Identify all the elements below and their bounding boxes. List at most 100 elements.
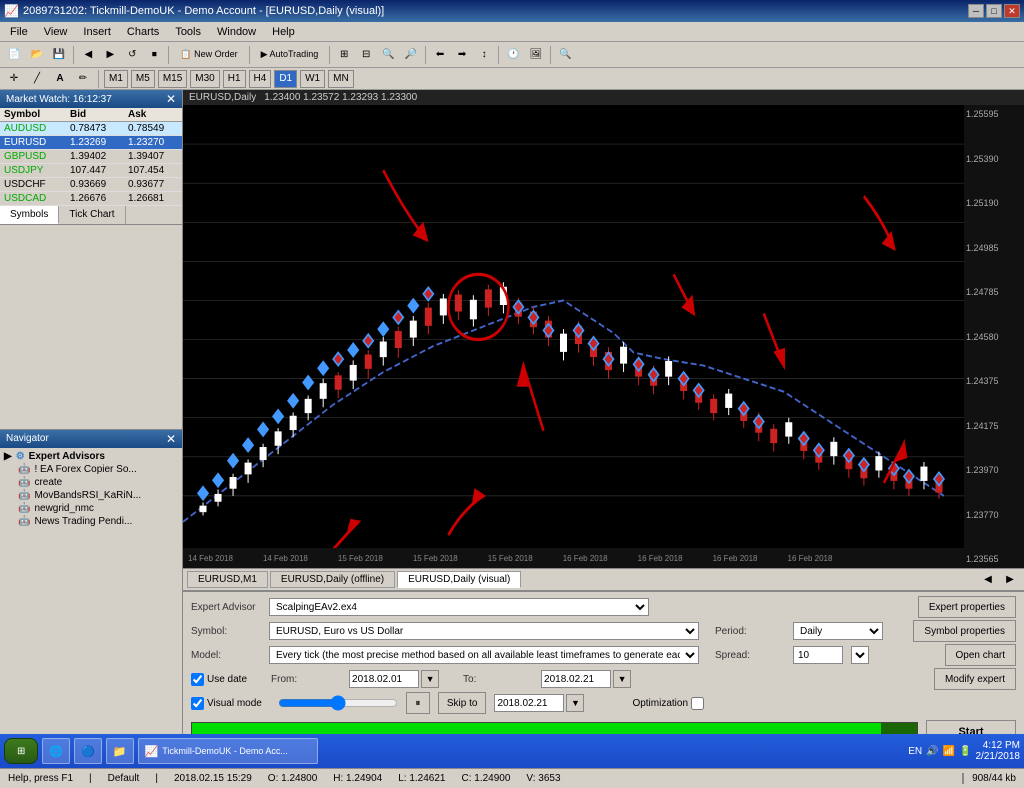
- nav-folder-ea[interactable]: ▶ ⚙ Expert Advisors: [2, 450, 180, 463]
- use-date-checkbox[interactable]: [191, 673, 204, 686]
- toolbar-image[interactable]: 🖼: [526, 45, 547, 65]
- toolbar-btn-1[interactable]: ⊞: [334, 45, 354, 65]
- spread-dropdown[interactable]: [851, 646, 869, 664]
- crosshair-btn[interactable]: ✛: [4, 69, 24, 89]
- period-h1[interactable]: H1: [223, 70, 246, 88]
- market-watch-row-gbpusd[interactable]: GBPUSD 1.39402 1.39407: [0, 150, 182, 164]
- start-button-taskbar[interactable]: ⊞: [4, 738, 38, 764]
- minimize-button[interactable]: ─: [968, 4, 984, 18]
- text-btn[interactable]: A: [50, 69, 70, 89]
- period-h4[interactable]: H4: [249, 70, 272, 88]
- toolbar-autotrading[interactable]: ▶ AutoTrading: [254, 45, 326, 65]
- open-chart-button[interactable]: Open chart: [945, 644, 1016, 666]
- from-date-input[interactable]: [349, 670, 419, 688]
- to-date-input[interactable]: [541, 670, 611, 688]
- symbol-props-button[interactable]: Symbol properties: [913, 620, 1016, 642]
- folder-icon-taskbar: 📁: [113, 745, 127, 758]
- toolbar-btn-6[interactable]: ➡: [452, 45, 472, 65]
- toolbar-clock[interactable]: 🕐: [503, 45, 523, 65]
- period-m30[interactable]: M30: [190, 70, 219, 88]
- period-d1[interactable]: D1: [274, 70, 297, 88]
- menu-file[interactable]: File: [2, 24, 36, 40]
- toolbar-btn-2[interactable]: ⊟: [356, 45, 376, 65]
- ask-gbpusd: 1.39407: [124, 150, 182, 164]
- navigator-close[interactable]: ✕: [166, 432, 176, 446]
- toolbar-open[interactable]: 📂: [26, 45, 46, 65]
- period-w1[interactable]: W1: [300, 70, 325, 88]
- symbol-label: Symbol:: [191, 626, 261, 637]
- expert-props-button[interactable]: Expert properties: [918, 596, 1016, 618]
- tab-tick-chart[interactable]: Tick Chart: [59, 206, 125, 224]
- chart-tab-daily-visual[interactable]: EURUSD,Daily (visual): [397, 571, 521, 588]
- period-dropdown[interactable]: Daily: [793, 622, 883, 640]
- chart-tab-daily-offline[interactable]: EURUSD,Daily (offline): [270, 571, 395, 588]
- skip-date-input[interactable]: [494, 694, 564, 712]
- toolbar-save[interactable]: 💾: [49, 45, 69, 65]
- chart-canvas[interactable]: 1.25595 1.25390 1.25190 1.24985 1.24785 …: [183, 105, 1024, 568]
- taskbar-item-folder[interactable]: 📁: [106, 738, 134, 764]
- skip-to-button[interactable]: Skip to: [438, 692, 487, 714]
- nav-item-ea-create[interactable]: 🤖 create: [2, 476, 180, 489]
- toolbar-btn-5[interactable]: ⬅: [430, 45, 450, 65]
- chart-nav-right[interactable]: ▶: [1000, 570, 1020, 590]
- price-7: 1.24375: [966, 376, 1022, 386]
- toolbar-refresh[interactable]: ↺: [122, 45, 142, 65]
- market-watch-row-usdjpy[interactable]: USDJPY 107.447 107.454: [0, 164, 182, 178]
- nav-item-ea-movbands[interactable]: 🤖 MovBandsRSI_KaRiN...: [2, 489, 180, 502]
- to-cal-btn[interactable]: ▼: [613, 670, 631, 688]
- chart-nav-left[interactable]: ◀: [978, 570, 998, 590]
- market-watch-row-usdcad[interactable]: USDCAD 1.26676 1.26681: [0, 192, 182, 206]
- maximize-button[interactable]: □: [986, 4, 1002, 18]
- toolbar-stop[interactable]: ⏹: [144, 45, 164, 65]
- model-dropdown[interactable]: Every tick (the most precise method base…: [269, 646, 699, 664]
- spread-input[interactable]: [793, 646, 843, 664]
- taskbar-item-chrome[interactable]: 🔵: [74, 738, 102, 764]
- period-m5[interactable]: M5: [131, 70, 155, 88]
- from-label: From:: [271, 674, 341, 685]
- toolbar-btn-7[interactable]: ↕: [474, 45, 494, 65]
- taskbar-item-ie[interactable]: 🌐: [42, 738, 70, 764]
- symbol-dropdown[interactable]: EURUSD, Euro vs US Dollar: [269, 622, 699, 640]
- menu-charts[interactable]: Charts: [119, 24, 167, 40]
- market-watch-tabs: Symbols Tick Chart: [0, 206, 182, 225]
- tab-symbols[interactable]: Symbols: [0, 206, 59, 224]
- toolbar-separator-1: [73, 46, 74, 64]
- menu-insert[interactable]: Insert: [75, 24, 119, 40]
- chart-tab-m1[interactable]: EURUSD,M1: [187, 571, 268, 588]
- menu-tools[interactable]: Tools: [167, 24, 209, 40]
- visual-mode-checkbox[interactable]: [191, 697, 204, 710]
- menu-view[interactable]: View: [36, 24, 76, 40]
- line-btn[interactable]: ╱: [27, 69, 47, 89]
- chart-area: EURUSD,Daily 1.23400 1.23572 1.23293 1.2…: [183, 90, 1024, 590]
- draw-btn[interactable]: ✏: [73, 69, 93, 89]
- mt4-label: Tickmill-DemoUK - Demo Acc...: [162, 746, 288, 756]
- menu-window[interactable]: Window: [209, 24, 264, 40]
- nav-item-ea-newgrid[interactable]: 🤖 newgrid_nmc: [2, 502, 180, 515]
- period-m15[interactable]: M15: [158, 70, 187, 88]
- visual-speed-slider[interactable]: [278, 695, 398, 711]
- skip-cal-btn[interactable]: ▼: [566, 694, 584, 712]
- toolbar-new[interactable]: 📄: [4, 45, 24, 65]
- close-button[interactable]: ✕: [1004, 4, 1020, 18]
- taskbar-item-mt4[interactable]: 📈 Tickmill-DemoUK - Demo Acc...: [138, 738, 318, 764]
- optimization-checkbox[interactable]: [691, 697, 704, 710]
- toolbar-btn-3[interactable]: 🔍: [378, 45, 398, 65]
- period-mn[interactable]: MN: [328, 70, 354, 88]
- toolbar-new-order[interactable]: 📋 New Order: [173, 45, 244, 65]
- nav-item-ea-copier[interactable]: 🤖 ! EA Forex Copier So...: [2, 463, 180, 476]
- modify-expert-button[interactable]: Modify expert: [934, 668, 1016, 690]
- pause-button[interactable]: ⏸: [406, 692, 430, 714]
- from-cal-btn[interactable]: ▼: [421, 670, 439, 688]
- toolbar-back[interactable]: ◀: [78, 45, 98, 65]
- toolbar-forward[interactable]: ▶: [100, 45, 120, 65]
- market-watch-row-usdchf[interactable]: USDCHF 0.93669 0.93677: [0, 178, 182, 192]
- nav-item-ea-news[interactable]: 🤖 News Trading Pendi...: [2, 515, 180, 528]
- toolbar-btn-4[interactable]: 🔎: [401, 45, 421, 65]
- period-m1[interactable]: M1: [104, 70, 128, 88]
- expert-dropdown[interactable]: ScalpingEAv2.ex4: [269, 598, 649, 616]
- market-watch-row-audusd[interactable]: AUDUSD 0.78473 0.78549: [0, 122, 182, 136]
- toolbar-search[interactable]: 🔍: [555, 45, 575, 65]
- menu-help[interactable]: Help: [264, 24, 303, 40]
- market-watch-close[interactable]: ✕: [166, 92, 176, 106]
- market-watch-row-eurusd[interactable]: EURUSD 1.23269 1.23270: [0, 136, 182, 150]
